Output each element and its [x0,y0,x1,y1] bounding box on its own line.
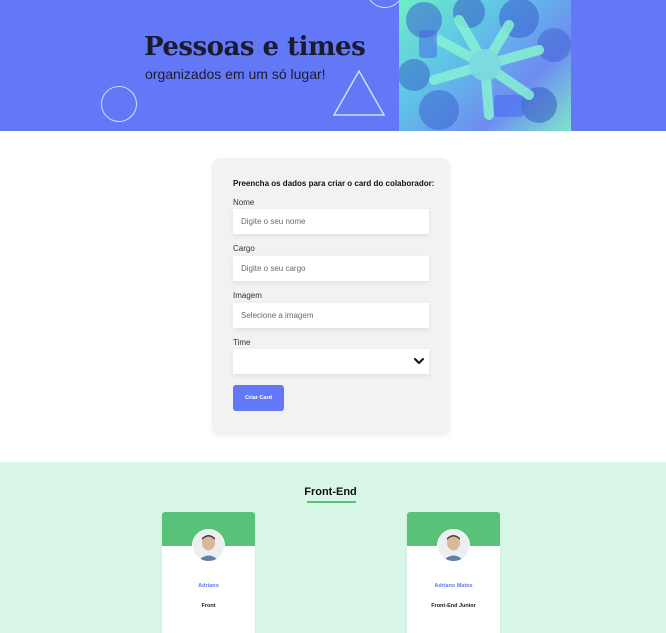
collaborator-card: Adriano Matos Front-End Junior [407,512,500,633]
image-label: Imagem [233,291,262,300]
avatar [192,529,225,562]
role-label: Cargo [233,244,255,253]
collaborator-role: Front-End Junior [431,603,476,609]
decorative-circle [101,86,137,122]
banner-subtitle: organizados em um só lugar! [145,66,326,82]
team-label: Time [233,338,251,347]
collaborator-card: Adriano Front [162,512,255,633]
role-input[interactable] [233,256,429,281]
decorative-triangle [332,69,386,116]
team-select[interactable] [233,349,429,374]
name-input[interactable] [233,209,429,234]
create-card-button[interactable]: Criar Card [233,385,284,411]
chevron-down-icon [414,358,424,364]
image-input[interactable] [233,303,429,328]
collaborator-name: Adriano [198,583,219,589]
banner: Pessoas e times organizados em um só lug… [0,0,666,131]
team-title: Front-End [304,486,357,498]
avatar [437,529,470,562]
team-hands-photo [399,0,571,131]
collaborator-name: Adriano Matos [434,583,473,589]
team-section: Front-End Adriano Front Adriano Matos Fr [0,462,666,633]
name-label: Nome [233,198,255,207]
collaborator-role: Front [201,603,216,609]
banner-title: Pessoas e times [144,32,366,62]
form-heading: Preencha os dados para criar o card do c… [233,179,435,188]
team-title-underline [307,501,356,503]
